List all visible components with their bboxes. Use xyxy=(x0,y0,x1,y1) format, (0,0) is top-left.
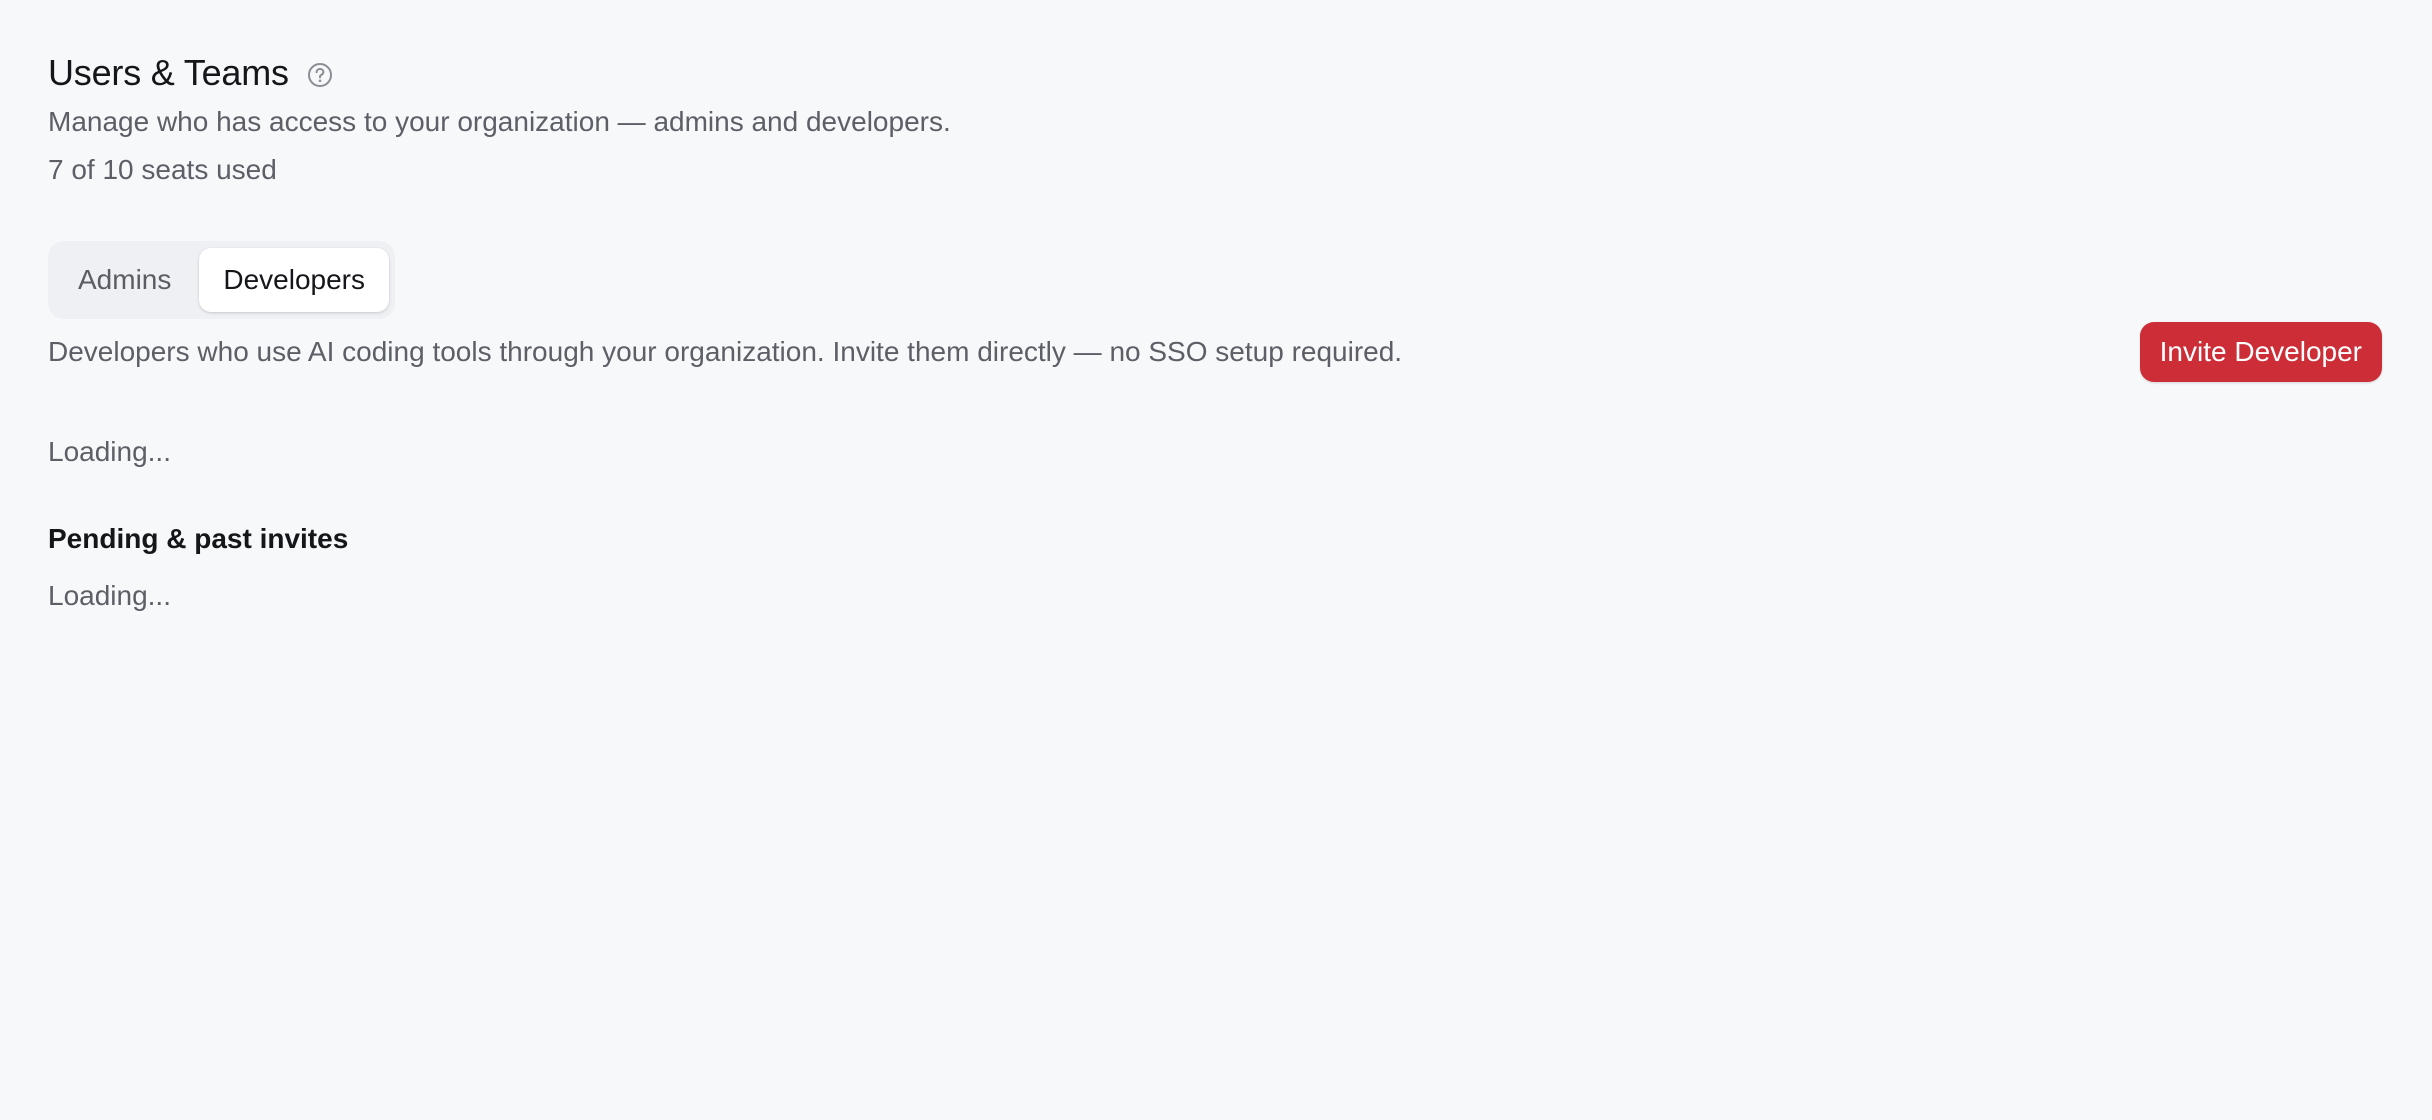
developers-loading-text: Loading... xyxy=(48,436,171,467)
invites-section-title: Pending & past invites xyxy=(48,523,349,554)
page-title: Users & Teams xyxy=(48,52,289,93)
tab-developers[interactable]: Developers xyxy=(199,248,390,312)
tab-admins[interactable]: Admins xyxy=(54,248,195,312)
developers-description-row: Developers who use AI coding tools throu… xyxy=(48,322,2382,382)
question-circle-icon[interactable] xyxy=(307,62,333,88)
seats-used-text: 7 of 10 seats used xyxy=(48,154,277,185)
page-subtitle: Manage who has access to your organizati… xyxy=(48,106,951,137)
page-header: Users & Teams xyxy=(48,52,333,94)
user-type-tabs: Admins Developers xyxy=(48,241,396,319)
invites-loading-text: Loading... xyxy=(48,580,171,611)
invite-developer-button[interactable]: Invite Developer xyxy=(2139,322,2382,382)
developers-description: Developers who use AI coding tools throu… xyxy=(48,336,1403,367)
